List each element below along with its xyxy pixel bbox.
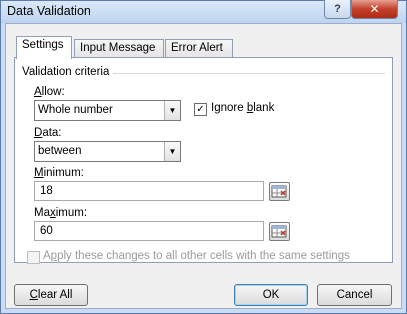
maximum-range-picker-button[interactable] (269, 222, 290, 241)
cancel-button[interactable]: Cancel (317, 284, 392, 306)
data-select[interactable]: between ▼ (34, 141, 181, 162)
data-validation-dialog: Data Validation ? ✕ Settings Input Messa… (0, 0, 407, 314)
ok-button[interactable]: OK (234, 284, 308, 306)
help-button[interactable]: ? (324, 0, 351, 19)
data-label: Data: (34, 127, 62, 139)
collapse-dialog-icon (271, 185, 287, 198)
allow-value: Whole number (38, 104, 113, 116)
tab-settings[interactable]: Settings (16, 36, 72, 59)
tab-input-message[interactable]: Input Message (74, 39, 164, 58)
minimum-input[interactable]: 18 (34, 181, 264, 201)
dialog-body: Settings Input Message Error Alert Valid… (5, 23, 402, 309)
section-divider (113, 73, 385, 74)
allow-label: Allow: (34, 86, 65, 98)
collapse-dialog-icon (271, 225, 287, 238)
apply-all-checkbox[interactable] (27, 251, 40, 264)
dialog-title: Data Validation (7, 4, 91, 18)
allow-select[interactable]: Whole number ▼ (34, 100, 181, 121)
clear-all-button[interactable]: Clear All (14, 284, 88, 306)
settings-panel: Validation criteria Allow: Whole number … (14, 57, 393, 264)
maximum-value: 60 (40, 225, 53, 237)
title-bar: Data Validation ? ✕ (1, 0, 406, 23)
maximum-input[interactable]: 60 (34, 221, 264, 241)
chevron-down-icon[interactable]: ▼ (164, 101, 180, 120)
minimum-range-picker-button[interactable] (269, 182, 290, 201)
ignore-blank-checkbox[interactable]: ✓ (194, 103, 207, 116)
close-button[interactable]: ✕ (351, 0, 398, 19)
minimum-label: Minimum: (34, 167, 84, 179)
apply-all-label: Apply these changes to all other cells w… (43, 250, 350, 262)
tab-error-alert[interactable]: Error Alert (165, 39, 233, 58)
maximum-label: Maximum: (34, 207, 88, 219)
ignore-blank-label: Ignore blank (211, 102, 275, 114)
chevron-down-icon[interactable]: ▼ (164, 142, 180, 161)
section-title: Validation criteria (22, 66, 110, 78)
minimum-value: 18 (40, 185, 53, 197)
data-value: between (38, 145, 82, 157)
